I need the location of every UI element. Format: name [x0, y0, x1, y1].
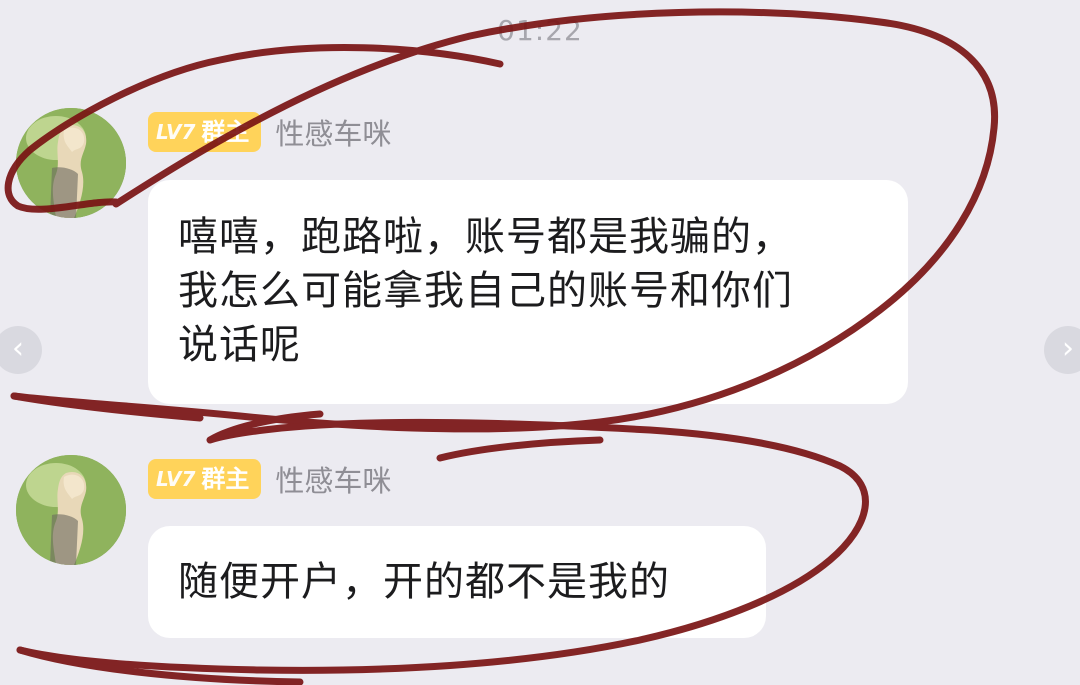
chevron-right-icon[interactable]: › [1044, 326, 1080, 374]
role-badge: 群主 [201, 118, 250, 146]
message-timestamp: 01:22 [497, 14, 583, 47]
group-owner-badge: LV7 群主 [148, 112, 262, 152]
message-text-line: 随便开户，开的都不是我的 [178, 559, 670, 605]
message-header: LV7 群主 性感车咪 [148, 110, 391, 154]
message-text-line: 我怎么可能拿我自己的账号和你们 [178, 268, 793, 314]
group-owner-badge: LV7 群主 [148, 459, 262, 499]
level-badge: LV7 [156, 120, 196, 144]
message-text-line: 嘻嘻，跑路啦，账号都是我骗的， [178, 214, 793, 260]
sender-avatar[interactable] [16, 108, 126, 218]
message-bubble[interactable]: 随便开户，开的都不是我的 [148, 526, 766, 638]
chat-screen: 01:22 LV7 群主 性感车咪 嘻嘻，跑路啦，账号都是我骗的， 我怎么可能拿… [0, 0, 1080, 685]
level-badge: LV7 [156, 467, 196, 491]
message-text-line: 说话呢 [178, 322, 301, 368]
sender-nickname[interactable]: 性感车咪 [275, 458, 391, 500]
sender-nickname[interactable]: 性感车咪 [275, 111, 391, 153]
role-badge: 群主 [201, 465, 250, 493]
chevron-left-icon[interactable]: ‹ [0, 326, 42, 374]
message-bubble[interactable]: 嘻嘻，跑路啦，账号都是我骗的， 我怎么可能拿我自己的账号和你们 说话呢 [148, 180, 908, 404]
message-header: LV7 群主 性感车咪 [148, 457, 391, 501]
sender-avatar[interactable] [16, 455, 126, 565]
